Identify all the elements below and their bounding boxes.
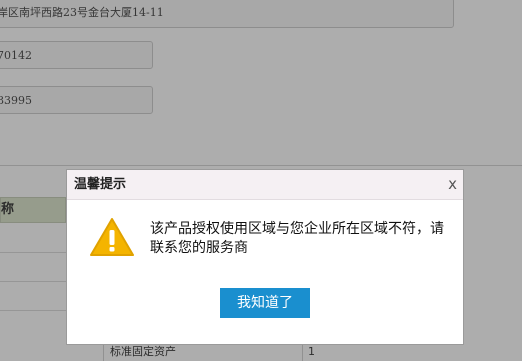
dialog-title-bar: 温馨提示 x	[67, 170, 463, 200]
dialog-title: 温馨提示	[74, 177, 127, 192]
close-icon[interactable]: x	[448, 170, 457, 199]
dialog-message: 该产品授权使用区域与您企业所在区域不符，请联系您的服务商	[150, 221, 444, 256]
warning-icon	[90, 218, 134, 256]
ok-button[interactable]: 我知道了	[220, 288, 310, 318]
alert-dialog: 温馨提示 x 该产品授权使用区域与您企业所在区域不符，请联系您的服务商 我知道了	[66, 169, 464, 345]
